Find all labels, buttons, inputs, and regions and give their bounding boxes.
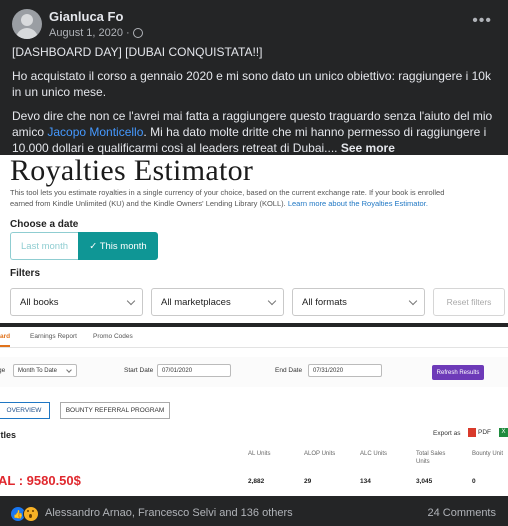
chevron-down-icon bbox=[267, 296, 277, 306]
range-select: Month To Date bbox=[13, 364, 77, 377]
range-select-value: Month To Date bbox=[18, 367, 57, 374]
dashboard-screenshot[interactable]: oard Earnings Report Promo Codes ge Mont… bbox=[0, 327, 508, 496]
reset-filters-button: Reset filters bbox=[433, 288, 505, 316]
tab-dashboard: oard bbox=[0, 333, 11, 347]
this-month-button: ✓ This month bbox=[78, 232, 158, 260]
column-header: ALOP Units bbox=[304, 450, 335, 458]
last-month-button: Last month bbox=[10, 232, 78, 260]
royalties-description: This tool lets you estimate royalties in… bbox=[10, 187, 508, 209]
tab-earnings-report: Earnings Report bbox=[30, 333, 77, 340]
royalty-total: AL : 9580.50$ bbox=[0, 473, 81, 488]
column-header-line-1: AL Units bbox=[248, 451, 271, 457]
comments-count[interactable]: 24 Comments bbox=[428, 507, 496, 519]
see-more-link[interactable]: See more bbox=[338, 141, 395, 155]
overview-button: OVERVIEW bbox=[0, 402, 50, 419]
dashboard-tabs: oard Earnings Report Promo Codes bbox=[0, 327, 508, 348]
post-paragraph-2: Devo dire che non ce l'avrei mai fatta a… bbox=[12, 108, 496, 156]
reactions-text[interactable]: Alessandro Arnao, Francesco Selvi and 13… bbox=[45, 507, 293, 519]
marketplaces-filter: All marketplaces bbox=[151, 288, 284, 316]
post-author[interactable]: Gianluca Fo bbox=[49, 9, 123, 24]
meta-separator: · bbox=[126, 27, 130, 39]
chevron-down-icon bbox=[126, 296, 136, 306]
table-cell: 134 bbox=[360, 478, 371, 485]
mention-link[interactable]: Jacopo Monticello bbox=[47, 125, 143, 139]
column-header-line-2: Units bbox=[416, 459, 430, 465]
column-header: AL Units bbox=[248, 450, 270, 458]
table-cell: 2,882 bbox=[248, 478, 265, 485]
post-meta: August 1, 2020 · bbox=[49, 27, 143, 39]
tab-promo-codes: Promo Codes bbox=[93, 333, 133, 340]
bounty-referral-button: BOUNTY REFERRAL PROGRAM bbox=[60, 402, 170, 419]
reaction-icons[interactable]: 👍 bbox=[10, 506, 39, 522]
column-header-line-1: ALC Units bbox=[360, 451, 388, 457]
chevron-down-icon bbox=[408, 296, 418, 306]
column-header-line-1: ALOP Units bbox=[304, 451, 336, 457]
wow-icon bbox=[23, 506, 39, 522]
royalties-description-text: earned from Kindle Unlimited (KU) and th… bbox=[10, 199, 288, 208]
post-title-line: [DASHBOARD DAY] [DUBAI CONQUISTATA!!] bbox=[12, 45, 263, 59]
ellipsis-icon[interactable]: ••• bbox=[472, 12, 492, 30]
range-label: ge bbox=[0, 367, 6, 374]
filters-label: Filters bbox=[10, 268, 41, 279]
table-cell: 3,045 bbox=[416, 478, 433, 485]
learn-more-link: Learn more about the Royalties Estimator… bbox=[287, 199, 428, 208]
column-header: Total Sales Units bbox=[416, 450, 445, 466]
refresh-results-button: Refresh Results bbox=[432, 365, 484, 380]
column-header: ALC Units bbox=[360, 450, 387, 458]
marketplaces-filter-value: All marketplaces bbox=[161, 296, 231, 308]
end-date-input: 07/31/2020 bbox=[308, 364, 382, 377]
globe-icon bbox=[132, 28, 143, 38]
post-paragraph-1: Ho acquistato il corso a gennaio 2020 e … bbox=[12, 69, 491, 99]
pdf-icon bbox=[468, 428, 476, 437]
column-header-line-1: Total Sales bbox=[416, 451, 446, 457]
section-title: ltles bbox=[0, 430, 17, 440]
books-filter-value: All books bbox=[20, 296, 59, 308]
avatar[interactable] bbox=[12, 9, 42, 39]
royalties-screenshot[interactable]: Royalties Estimator This tool lets you e… bbox=[0, 155, 508, 323]
chevron-down-icon bbox=[66, 367, 72, 373]
end-date-label: End Date bbox=[275, 367, 303, 374]
royalties-description-line-1: This tool lets you estimate royalties in… bbox=[10, 188, 445, 197]
table-cell: 0 bbox=[472, 478, 476, 485]
post-text: [DASHBOARD DAY] [DUBAI CONQUISTATA!!] Ho… bbox=[12, 44, 496, 164]
export-pdf: PDF bbox=[468, 428, 491, 437]
reactions-bar: 👍 Alessandro Arnao, Francesco Selvi and … bbox=[0, 500, 508, 526]
post-header: Gianluca Fo August 1, 2020 · ••• bbox=[0, 0, 508, 44]
table-cell: 29 bbox=[304, 478, 312, 485]
royalties-title: Royalties Estimator bbox=[10, 155, 254, 187]
post-date[interactable]: August 1, 2020 bbox=[49, 27, 123, 39]
formats-filter-value: All formats bbox=[302, 296, 347, 308]
export-label: Export as bbox=[433, 430, 461, 437]
royalties-description-line-2: earned from Kindle Unlimited (KU) and th… bbox=[10, 198, 508, 209]
books-filter: All books bbox=[10, 288, 143, 316]
pdf-label: PDF bbox=[478, 429, 491, 436]
start-date-label: Start Date bbox=[124, 367, 154, 374]
choose-date-label: Choose a date bbox=[10, 219, 79, 230]
column-header-line-1: Bounty Unit bbox=[472, 451, 504, 457]
formats-filter: All formats bbox=[292, 288, 425, 316]
start-date-input: 07/01/2020 bbox=[157, 364, 231, 377]
column-header: Bounty Unit bbox=[472, 450, 503, 458]
excel-icon: X bbox=[499, 428, 508, 437]
